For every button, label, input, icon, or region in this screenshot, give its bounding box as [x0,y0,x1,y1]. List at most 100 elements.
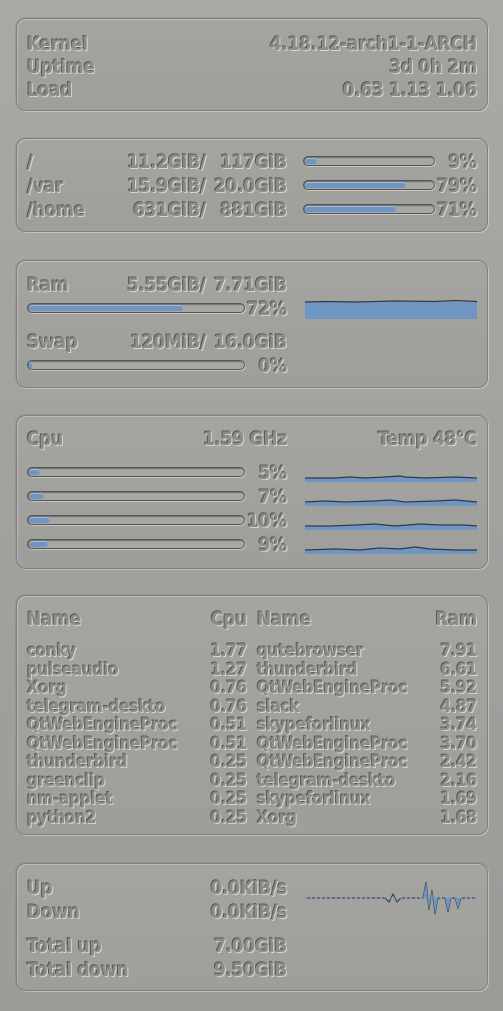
cpu-core-percent: 7% [258,486,288,508]
cpu-label: Cpu [27,428,64,450]
cpu-process-value: 0.25 [210,807,247,828]
cpu-process-value: 0.25 [210,789,247,809]
cpu-process-name: Xorg [27,678,67,698]
cpu-process-name: QtWebEngineProc [27,733,178,754]
swap-percent: 0% [258,355,288,377]
disk-usage-fill [305,206,396,212]
disk-percent: 71% [436,199,477,221]
ram-process-value: 2.42 [440,752,477,772]
swap-total: 16.0GiB [214,331,287,353]
system-info-panel: Kernel 4.18.12-arch1-1-ARCH Uptime 3d 0h… [16,18,488,111]
swap-label: Swap [27,331,78,353]
cpu-process-value: 0.25 [210,752,247,772]
ram-label: Ram [27,274,69,296]
ram-process-value: 4.87 [440,696,477,717]
ram-process-name: skypeforlinux [257,715,371,735]
kernel-label: Kernel [27,33,88,55]
ram-table-header-name: Name [257,608,312,630]
ram-process-value: 3.70 [440,733,477,754]
disk-usage-fill [305,158,317,164]
cpu-process-value: 0.51 [210,715,247,735]
cpu-process-value: 0.76 [210,696,247,717]
cpu-core-percent: 5% [258,462,288,484]
ram-total: 7.71GiB [214,274,287,296]
ram-process-name: thunderbird [257,659,358,680]
cpu-process-value: 0.25 [210,770,247,791]
cpu-core-bar [27,467,245,477]
disk-panel: / 11.2GiB/ 117GiB 9% /var 15.9GiB/ 20.0G… [16,138,488,232]
total-down-label: Total down [27,959,129,981]
kernel-value: 4.18.12-arch1-1-ARCH [269,33,477,55]
upload-rate: 0.0KiB/s [210,877,288,899]
load-label: Load [27,79,73,101]
ram-process-value: 1.69 [440,789,477,809]
cpu-core-graph [305,475,478,482]
cpu-temperature: Temp 48°C [378,428,477,450]
ram-process-value: 1.68 [440,807,477,828]
ram-process-name: skypeforlinux [257,789,371,809]
uptime-value: 3d 0h 2m [389,56,478,78]
ram-process-name: telegram-deskto [257,770,396,791]
disk-usage-bar [303,204,435,214]
cpu-core-bar [27,539,245,549]
swap-usage-bar [27,360,245,370]
disk-mount: /home [27,199,86,221]
cpu-core-fill [29,517,51,523]
ram-graph-line [304,299,478,303]
cpu-process-name: nm-applet [27,789,113,809]
ram-process-name: Xorg [257,807,297,828]
cpu-core-fill [29,493,44,499]
cpu-process-name: thunderbird [27,752,128,772]
disk-used: 15.9GiB/ [127,175,206,197]
cpu-frequency: 1.59 GHz [203,428,287,450]
ram-process-value: 6.61 [440,659,477,680]
cpu-core-bar [27,491,245,501]
disk-mount: /var [27,175,64,197]
cpu-core-bar [27,515,245,525]
cpu-core-percent: 9% [258,534,288,556]
cpu-core-fill [29,541,49,547]
cpu-core-percent: 10% [246,510,287,532]
ram-graph-area [305,302,477,319]
ram-usage-fill [29,305,184,311]
ram-process-name: QtWebEngineProc [257,752,408,772]
network-graph [305,881,477,915]
cpu-core-graph [304,546,477,554]
ram-usage-graph [304,299,478,319]
disk-used: 631GiB/ [133,199,206,221]
process-panel: Name Cpu Name Ram conky 1.77 pulseaudio 1.2… [16,595,488,835]
ram-table-header-value: Ram [435,608,477,630]
ram-process-value: 2.16 [440,770,477,791]
ram-process-name: QtWebEngineProc [257,733,408,754]
cpu-process-name: telegram-deskto [27,696,166,717]
ram-used: 5.55GiB/ [127,274,206,296]
disk-total: 117GiB [220,151,287,173]
cpu-process-name: conky [27,641,77,661]
network-panel: Up 0.0KiB/s Down 0.0KiB/s Total up 7.00G… [16,863,488,991]
cpu-core-fill [29,469,40,475]
ram-process-value: 5.92 [440,678,477,698]
cpu-panel: Cpu 1.59 GHz Temp 48°C 5% 7% 10% 9% [16,415,488,569]
download-rate: 0.0KiB/s [210,901,288,923]
upload-label: Up [27,877,53,899]
memory-panel: Ram 5.55GiB/ 7.71GiB 72% Swap 120MiB/ 16… [16,260,488,388]
disk-total: 881GiB [220,199,287,221]
disk-mount: / [27,151,33,173]
load-value: 0.63 1.13 1.06 [342,79,478,101]
cpu-table-header-value: Cpu [210,608,247,630]
disk-usage-bar [303,180,435,190]
disk-percent: 9% [448,151,478,173]
disk-usage-bar [303,156,435,166]
cpu-table-header-name: Name [27,608,82,630]
ram-usage-bar [27,303,245,313]
cpu-process-value: 1.77 [210,641,247,661]
ram-percent: 72% [246,298,287,320]
disk-used: 11.2GiB/ [127,151,206,173]
cpu-process-name: greenclip [27,770,105,791]
ram-process-name: QtWebEngineProc [257,678,408,698]
ram-process-value: 7.91 [440,641,477,661]
cpu-core-graph [305,523,478,530]
cpu-process-value: 1.27 [210,659,247,680]
disk-usage-fill [305,182,407,188]
disk-total: 20.0GiB [214,175,287,197]
